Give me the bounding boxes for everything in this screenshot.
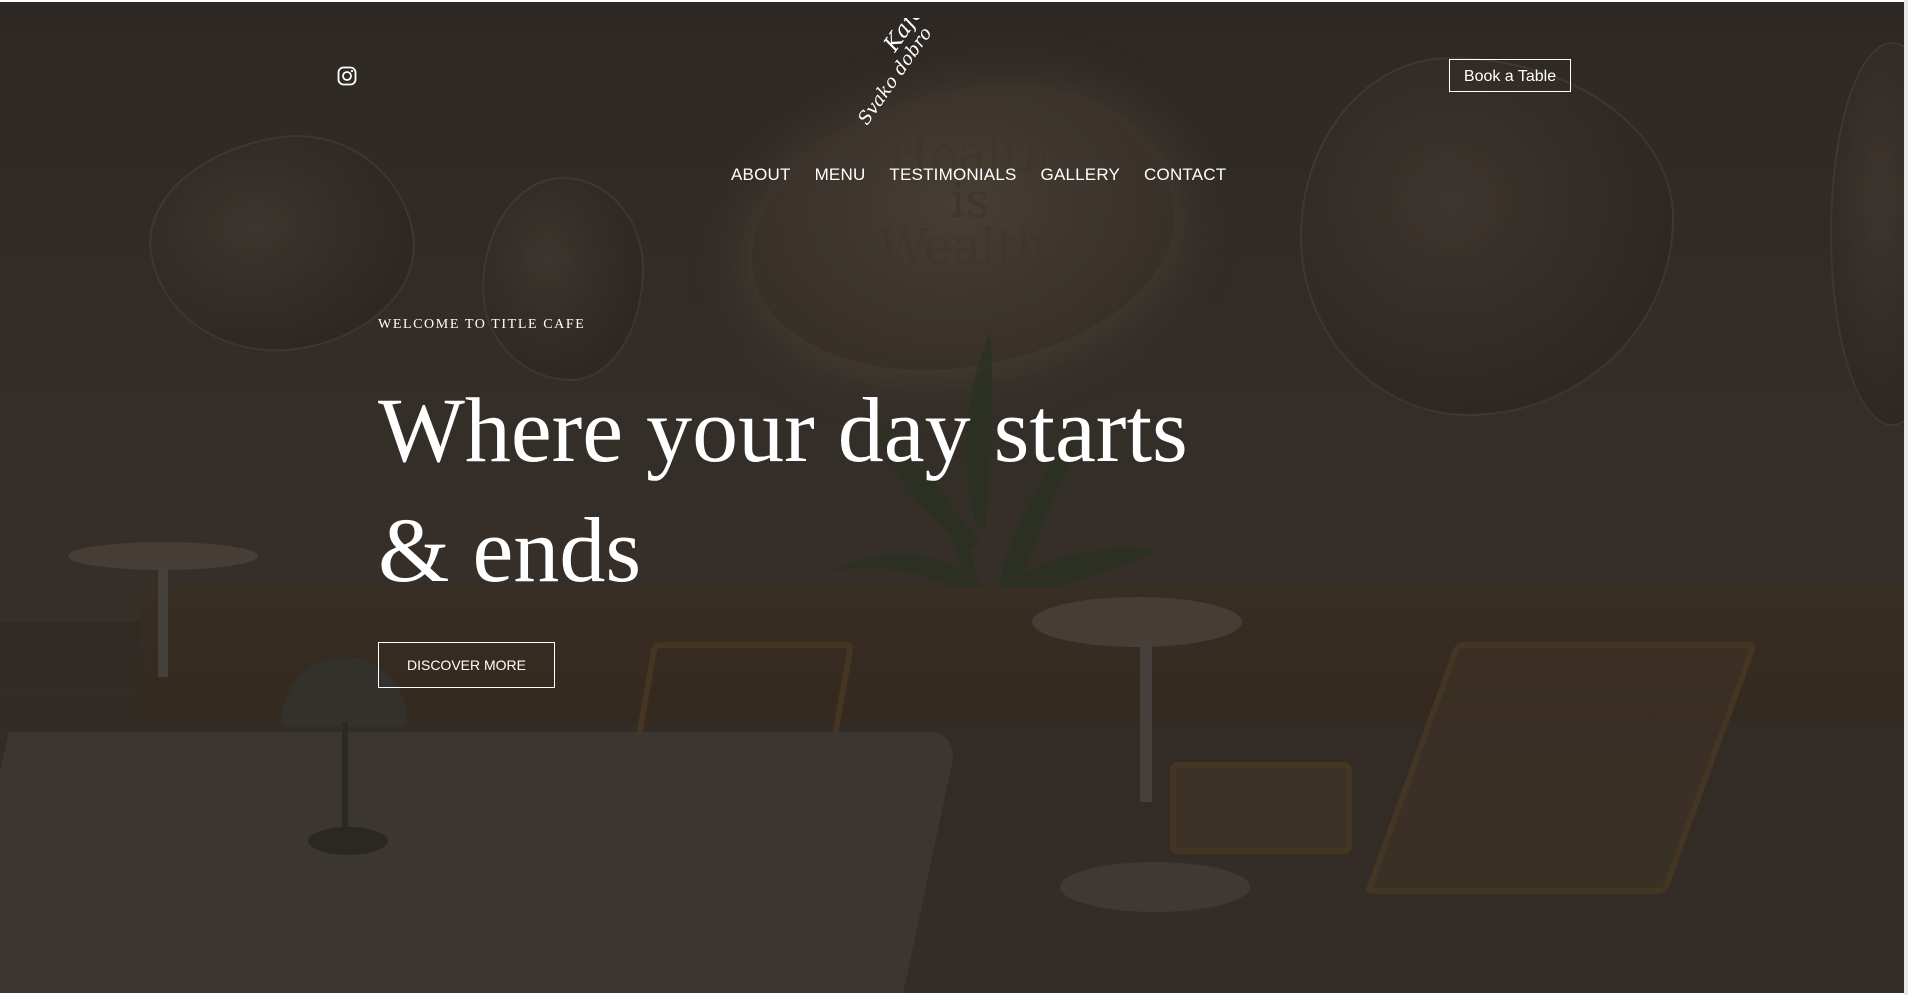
discover-more-button[interactable]: DISCOVER MORE <box>378 642 555 688</box>
nav-item-gallery[interactable]: GALLERY <box>1041 165 1121 185</box>
main-nav: ABOUT MENU TESTIMONIALS GALLERY CONTACT <box>731 165 1226 185</box>
nav-item-contact[interactable]: CONTACT <box>1144 165 1226 185</box>
hero-headline-line-2: & ends <box>378 499 642 601</box>
scrollbar-track <box>1904 0 1908 995</box>
hero-section: Health is Wealth. Kafé Svako dobro Book … <box>0 2 1904 993</box>
nav-item-about[interactable]: ABOUT <box>731 165 791 185</box>
hero-headline-line-1: Where your day starts <box>378 379 1188 481</box>
book-table-button[interactable]: Book a Table <box>1449 59 1571 92</box>
nav-item-menu[interactable]: MENU <box>815 165 866 185</box>
hero-headline: Where your day starts & ends <box>378 370 1238 610</box>
instagram-icon[interactable] <box>337 66 357 86</box>
cafe-logo[interactable]: Kafé Svako dobro <box>854 2 955 136</box>
nav-item-testimonials[interactable]: TESTIMONIALS <box>889 165 1016 185</box>
hero-eyebrow: WELCOME TO TITLE CAFE <box>378 317 586 332</box>
